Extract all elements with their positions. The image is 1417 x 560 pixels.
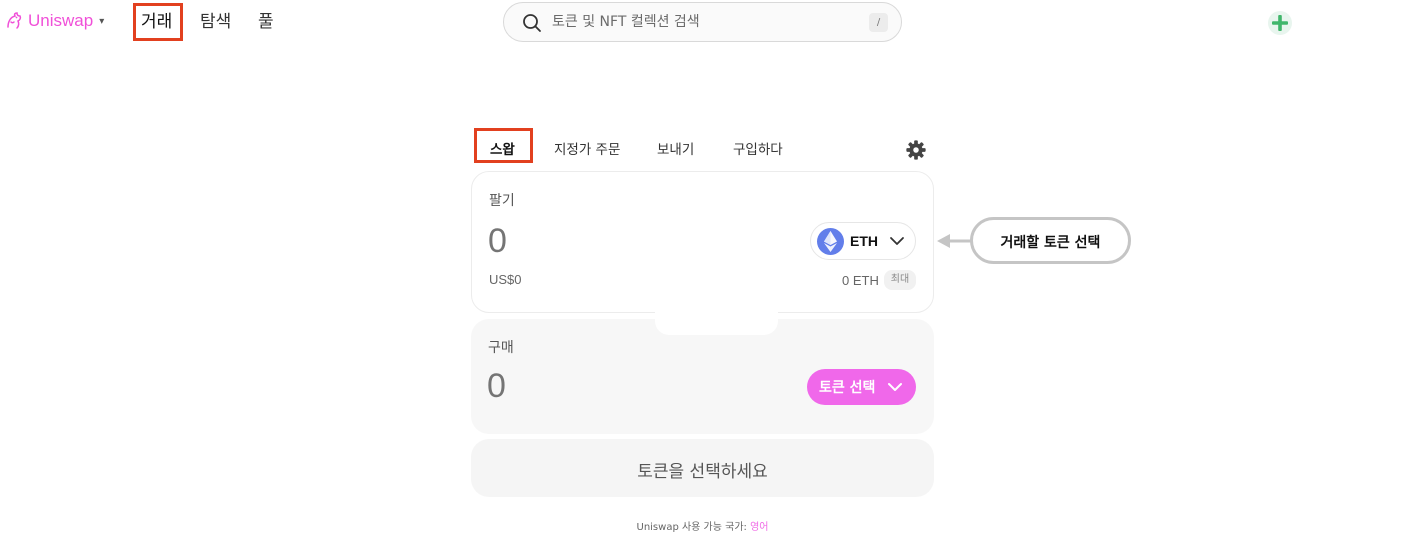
tab-swap[interactable]: 스왑 <box>490 138 515 158</box>
plus-icon <box>1272 15 1288 31</box>
sell-token-selector[interactable]: ETH <box>810 222 916 260</box>
sell-balance: 0 ETH <box>842 273 879 288</box>
unicorn-icon <box>7 12 22 29</box>
top-nav: Uniswap ▾ 거래 탐색 풀 / <box>0 0 1417 44</box>
buy-amount-input[interactable] <box>487 367 687 406</box>
sell-usd-value: US$0 <box>489 272 522 287</box>
select-token-label: 토큰 선택 <box>819 380 876 396</box>
annotation-callout: 거래할 토큰 선택 <box>970 217 1131 264</box>
footer-note: Uniswap 사용 가능 국가: 영어 <box>0 518 1405 533</box>
sell-amount-input[interactable] <box>488 222 688 261</box>
chevron-down-icon[interactable]: ▾ <box>99 16 104 27</box>
arrow-left-icon <box>937 234 971 248</box>
gear-icon[interactable] <box>905 139 927 161</box>
sell-panel: 팔기 ETH US$0 0 ETH 최대 <box>471 171 934 313</box>
tab-buy[interactable]: 구입하다 <box>733 138 783 158</box>
ethereum-icon <box>817 228 844 255</box>
logo-text: Uniswap <box>28 11 94 30</box>
footer-link[interactable]: 영어 <box>750 522 768 533</box>
uniswap-logo[interactable]: Uniswap ▾ <box>5 11 104 31</box>
chevron-down-icon <box>888 383 902 391</box>
nav-tab-pool[interactable]: 풀 <box>258 8 274 36</box>
select-token-button[interactable]: 토큰 선택 <box>807 369 916 405</box>
action-button-label: 토큰을 선택하세요 <box>637 462 768 482</box>
search-bar[interactable]: / <box>503 2 902 42</box>
search-icon <box>523 14 541 32</box>
chevron-down-icon <box>890 237 904 245</box>
nav-tab-trade[interactable]: 거래 <box>141 8 172 36</box>
tab-send[interactable]: 보내기 <box>657 138 694 158</box>
nav-tab-explore[interactable]: 탐색 <box>200 8 231 36</box>
max-button[interactable]: 최대 <box>884 270 916 290</box>
footer-text: Uniswap 사용 가능 국가: <box>636 522 747 533</box>
sell-label: 팔기 <box>489 193 515 209</box>
search-shortcut-key: / <box>869 13 888 32</box>
search-input[interactable] <box>552 11 852 33</box>
sell-token-symbol: ETH <box>850 233 878 249</box>
panel-divider-notch <box>655 297 778 335</box>
add-button[interactable] <box>1268 11 1292 35</box>
buy-label: 구매 <box>488 340 514 356</box>
buy-panel: 구매 토큰 선택 <box>471 319 934 434</box>
tab-limit-order[interactable]: 지정가 주문 <box>554 138 620 158</box>
annotation-text: 거래할 토큰 선택 <box>1000 235 1101 251</box>
select-token-action-button[interactable]: 토큰을 선택하세요 <box>471 439 934 497</box>
